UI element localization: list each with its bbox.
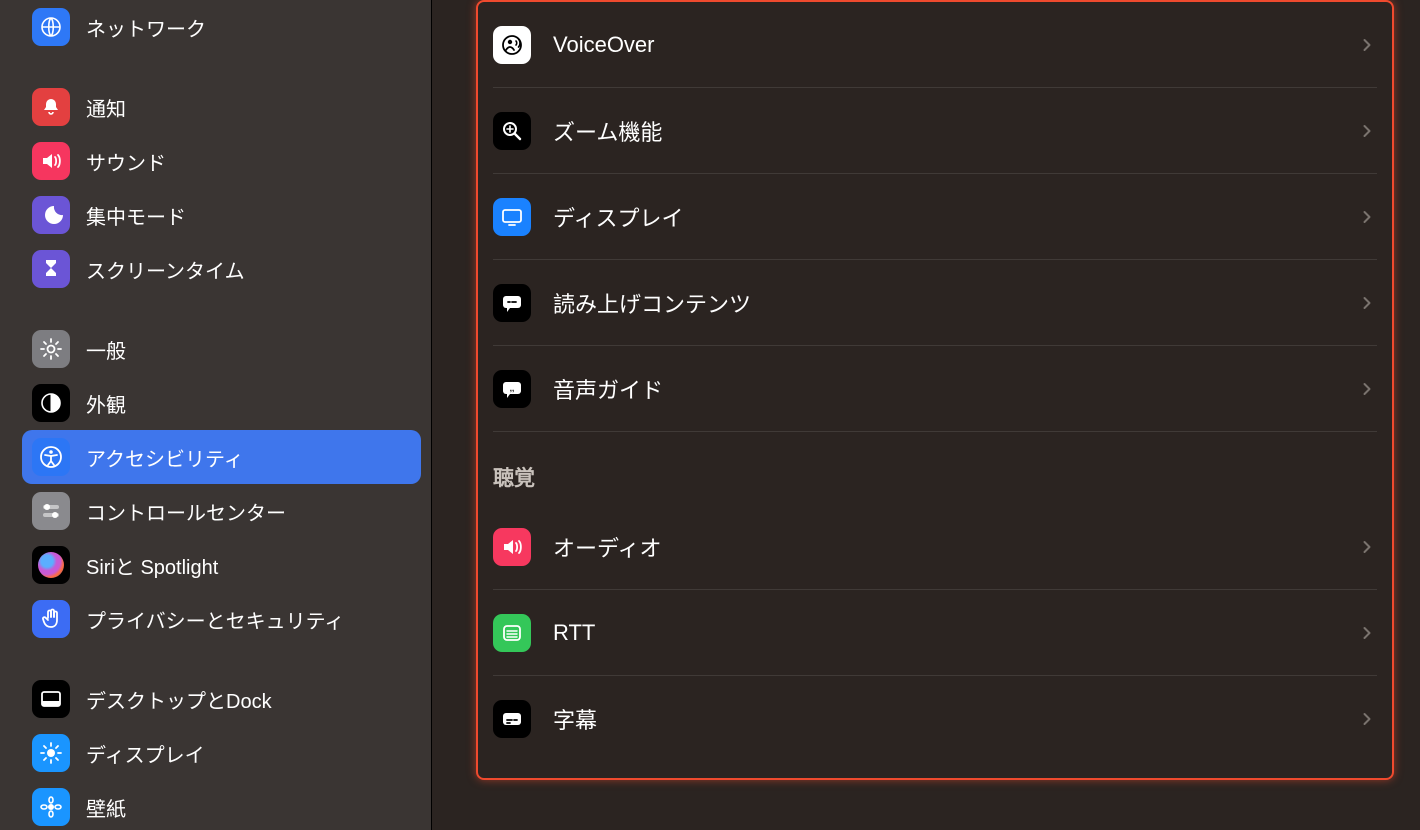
sidebar-item-display[interactable]: ディスプレイ xyxy=(22,726,421,780)
accessibility-panel: VoiceOver ズーム機能ディスプレイ読み上げコンテンツ音声ガイド聴覚オーディ… xyxy=(476,0,1394,780)
sidebar-item-appearance[interactable]: 外観 xyxy=(22,376,421,430)
voiceover-icon xyxy=(493,26,531,64)
row-label: 音声ガイド xyxy=(553,373,1357,405)
row-display[interactable]: ディスプレイ xyxy=(493,174,1377,260)
row-captions[interactable]: 字幕 xyxy=(493,676,1377,762)
chevron-right-icon xyxy=(1357,121,1377,141)
row-voiceover[interactable]: VoiceOver xyxy=(493,2,1377,88)
row-audio[interactable]: オーディオ xyxy=(493,504,1377,590)
sidebar-item-label: スクリーンタイム xyxy=(86,255,245,284)
row-zoom[interactable]: ズーム機能 xyxy=(493,88,1377,174)
chevron-right-icon xyxy=(1357,623,1377,643)
row-label: 字幕 xyxy=(553,703,1357,735)
magnifier-icon xyxy=(493,112,531,150)
sidebar-item-wallpaper[interactable]: 壁紙 xyxy=(22,780,421,830)
row-label: ディスプレイ xyxy=(553,201,1357,233)
sidebar-item-controlcenter[interactable]: コントロールセンター xyxy=(22,484,421,538)
dock-icon xyxy=(32,680,70,718)
gear-icon xyxy=(32,330,70,368)
chevron-right-icon xyxy=(1357,537,1377,557)
chevron-right-icon xyxy=(1357,207,1377,227)
speaker-icon xyxy=(32,142,70,180)
speech-icon xyxy=(493,284,531,322)
sidebar-item-label: 通知 xyxy=(86,93,126,122)
sidebar-item-label: ディスプレイ xyxy=(86,739,205,768)
chevron-right-icon xyxy=(1357,293,1377,313)
hourglass-icon xyxy=(32,250,70,288)
row-label: 読み上げコンテンツ xyxy=(553,287,1357,319)
sidebar-spacer xyxy=(22,54,421,80)
sidebar-item-label: 一般 xyxy=(86,335,126,364)
monitor-icon xyxy=(493,198,531,236)
hand-icon xyxy=(32,600,70,638)
globe-icon xyxy=(32,8,70,46)
rtt-icon xyxy=(493,614,531,652)
row-label: オーディオ xyxy=(553,531,1357,563)
brightness-icon xyxy=(32,734,70,772)
sidebar-item-notifications[interactable]: 通知 xyxy=(22,80,421,134)
sidebar-item-sound[interactable]: サウンド xyxy=(22,134,421,188)
sidebar-item-label: 集中モード xyxy=(86,201,186,230)
switches-icon xyxy=(32,492,70,530)
contrast-icon xyxy=(32,384,70,422)
sidebar-item-label: コントロールセンター xyxy=(86,497,286,526)
sidebar: ネットワーク通知サウンド集中モードスクリーンタイム一般外観アクセシビリティコント… xyxy=(0,0,432,830)
sidebar-item-label: Siriと Spotlight xyxy=(86,551,218,580)
sidebar-spacer xyxy=(22,646,421,672)
sidebar-item-label: 壁紙 xyxy=(86,793,126,822)
captions-icon xyxy=(493,700,531,738)
accessibility-icon xyxy=(32,438,70,476)
row-label: VoiceOver xyxy=(553,32,1357,58)
chevron-right-icon xyxy=(1357,35,1377,55)
main-panel: VoiceOver ズーム機能ディスプレイ読み上げコンテンツ音声ガイド聴覚オーディ… xyxy=(432,0,1420,830)
row-audiodesc[interactable]: 音声ガイド xyxy=(493,346,1377,432)
row-label: ズーム機能 xyxy=(553,115,1357,147)
sidebar-item-focus[interactable]: 集中モード xyxy=(22,188,421,242)
section-header: 聴覚 xyxy=(493,432,1377,504)
sidebar-item-privacy[interactable]: プライバシーとセキュリティ xyxy=(22,592,421,646)
sidebar-item-label: サウンド xyxy=(86,147,166,176)
bell-icon xyxy=(32,88,70,126)
sidebar-item-network[interactable]: ネットワーク xyxy=(22,0,421,54)
row-label: RTT xyxy=(553,620,1357,646)
sidebar-item-label: アクセシビリティ xyxy=(86,443,244,472)
speaker-icon xyxy=(493,528,531,566)
row-spoken[interactable]: 読み上げコンテンツ xyxy=(493,260,1377,346)
sidebar-item-siri[interactable]: Siriと Spotlight xyxy=(22,538,421,592)
moon-icon xyxy=(32,196,70,234)
sidebar-item-accessibility[interactable]: アクセシビリティ xyxy=(22,430,421,484)
chevron-right-icon xyxy=(1357,709,1377,729)
sidebar-item-label: 外観 xyxy=(86,389,126,418)
sidebar-item-label: ネットワーク xyxy=(86,13,206,42)
sidebar-item-screentime[interactable]: スクリーンタイム xyxy=(22,242,421,296)
sidebar-item-general[interactable]: 一般 xyxy=(22,322,421,376)
siri-icon xyxy=(32,546,70,584)
audiodesc-icon xyxy=(493,370,531,408)
chevron-right-icon xyxy=(1357,379,1377,399)
sidebar-item-label: プライバシーとセキュリティ xyxy=(86,605,344,634)
sidebar-item-label: デスクトップとDock xyxy=(86,685,272,714)
sidebar-spacer xyxy=(22,296,421,322)
row-rtt[interactable]: RTT xyxy=(493,590,1377,676)
flower-icon xyxy=(32,788,70,826)
sidebar-item-desktop[interactable]: デスクトップとDock xyxy=(22,672,421,726)
